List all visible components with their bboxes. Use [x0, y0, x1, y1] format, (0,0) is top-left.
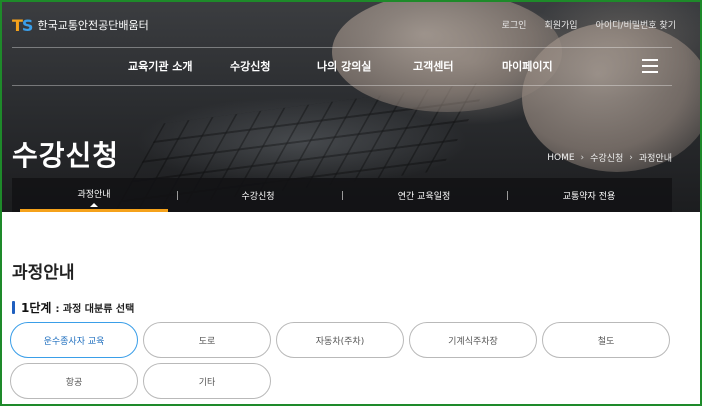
breadcrumb-current: 과정안내 [638, 154, 672, 164]
login-link[interactable]: 로그인 [502, 18, 527, 31]
tab-label: 수강신청 [241, 191, 275, 202]
app-frame: TS 한국교통안전공단배움터 로그인 회원가입 아이디/비밀번호 찾기 교육기관… [2, 2, 700, 404]
nav-item-customer-center[interactable]: 고객센터 [413, 58, 453, 74]
step-label: : 과정 대분류 선택 [55, 304, 135, 315]
category-button-road[interactable]: 도로 [143, 322, 271, 358]
find-account-link[interactable]: 아이디/비밀번호 찾기 [596, 18, 676, 31]
tab-divider [507, 191, 508, 200]
tab-annual-schedule[interactable]: 연간 교육일정 [350, 178, 498, 212]
chevron-right-icon: › [580, 152, 585, 163]
category-button-other[interactable]: 기타 [143, 363, 271, 399]
nav-item-my-classroom[interactable]: 나의 강의실 [317, 58, 371, 74]
category-button-transport-worker[interactable]: 운수종사자 교육 [10, 322, 138, 358]
chevron-right-icon: › [629, 152, 633, 163]
tab-divider [177, 191, 178, 200]
utility-links: 로그인 회원가입 아이디/비밀번호 찾기 [502, 18, 676, 31]
nav-item-about[interactable]: 교육기관 소개 [128, 58, 193, 74]
breadcrumb-enroll[interactable]: 수강신청 [590, 151, 623, 164]
breadcrumb: HOME › 수강신청 › 과정안내 [547, 151, 672, 165]
tab-label: 과정안내 [77, 190, 111, 200]
tab-accessibility[interactable]: 교통약자 전용 [515, 178, 663, 212]
nav-item-enroll[interactable]: 수강신청 [230, 58, 270, 74]
header-divider [12, 47, 672, 48]
top-bar: TS 한국교통안전공단배움터 로그인 회원가입 아이디/비밀번호 찾기 [2, 2, 700, 46]
category-button-aviation[interactable]: 항공 [10, 363, 138, 399]
main-nav: 교육기관 소개 수강신청 나의 강의실 고객센터 마이페이지 [112, 58, 562, 78]
sub-navigation: 과정안내 수강신청 연간 교육일정 교통약자 전용 [12, 178, 672, 212]
nav-item-mypage[interactable]: 마이페이지 [502, 58, 553, 74]
logo-text: 한국교통안전공단배움터 [37, 19, 149, 32]
site-logo[interactable]: TS 한국교통안전공단배움터 [12, 15, 149, 35]
section-title: 과정안내 [12, 263, 75, 283]
step-marker [12, 301, 15, 314]
page-title: 수강신청 [12, 139, 120, 172]
nav-divider [12, 85, 672, 86]
tab-course-info[interactable]: 과정안내 [20, 178, 168, 212]
tab-enroll[interactable]: 수강신청 [184, 178, 332, 212]
tab-divider [342, 191, 343, 200]
category-button-railway[interactable]: 철도 [542, 322, 670, 358]
hamburger-icon[interactable] [642, 59, 658, 73]
signup-link[interactable]: 회원가입 [544, 18, 577, 31]
logo-mark: TS [12, 15, 33, 35]
breadcrumb-home[interactable]: HOME [547, 153, 574, 163]
tab-label: 연간 교육일정 [397, 191, 451, 202]
step-number: 1단계 [21, 301, 52, 315]
category-button-vehicle-parking[interactable]: 자동차(주차) [276, 322, 404, 358]
caret-up-icon [90, 203, 98, 207]
tab-label: 교통약자 전용 [562, 191, 616, 202]
step-heading: 1단계 : 과정 대분류 선택 [12, 299, 134, 316]
category-button-mechanical-parking[interactable]: 기계식주차장 [409, 322, 537, 358]
hero-banner: TS 한국교통안전공단배움터 로그인 회원가입 아이디/비밀번호 찾기 교육기관… [2, 2, 700, 212]
